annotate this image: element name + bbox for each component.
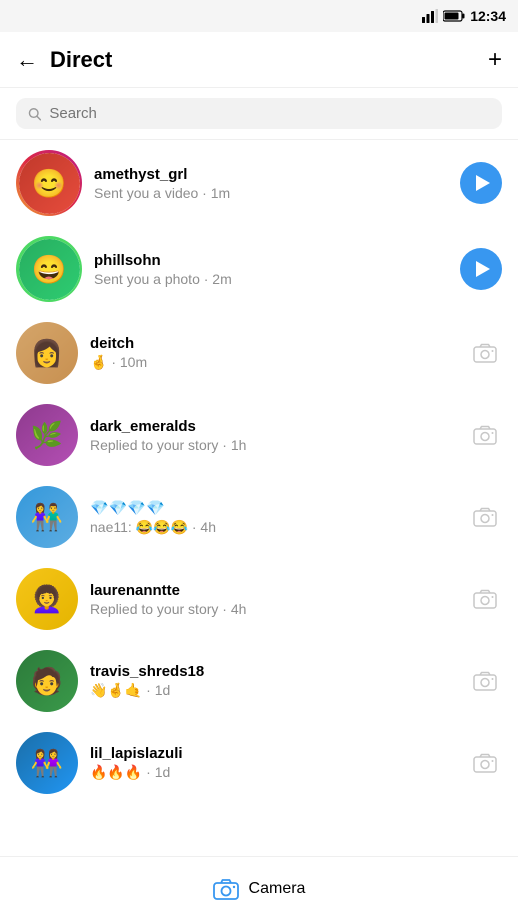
message-username: travis_shreds18 (90, 663, 456, 680)
message-username: amethyst_grl (94, 166, 448, 183)
camera-icon (473, 425, 497, 445)
camera-button[interactable] (468, 746, 502, 780)
message-preview: Sent you a video · 1m (94, 185, 448, 201)
battery-icon (443, 10, 465, 22)
list-item[interactable]: 👫 💎💎💎💎 nae11: 😂😂😂 · 4h (0, 476, 518, 558)
camera-icon (473, 671, 497, 691)
camera-button[interactable] (468, 664, 502, 698)
list-item[interactable]: 👩‍🦱 laurenanntte Replied to your story ·… (0, 558, 518, 640)
message-username: dark_emeralds (90, 418, 456, 435)
message-content: lil_lapislazuli 🔥🔥🔥 · 1d (90, 745, 456, 781)
page-title: Direct (50, 47, 488, 73)
message-username: laurenanntte (90, 582, 456, 599)
play-icon (476, 261, 490, 277)
message-username: 💎💎💎💎 (90, 499, 456, 517)
signal-icon (422, 9, 438, 23)
avatar: 👩 (16, 322, 78, 384)
status-icons: 12:34 (422, 8, 506, 24)
camera-button[interactable] (468, 336, 502, 370)
camera-icon (473, 507, 497, 527)
avatar: 👩‍🦱 (16, 568, 78, 630)
message-preview: Sent you a photo · 2m (94, 271, 448, 287)
search-wrapper[interactable] (16, 98, 502, 129)
play-button[interactable] (460, 248, 502, 290)
message-list: 😊 amethyst_grl Sent you a video · 1m 😄 p… (0, 140, 518, 804)
list-item[interactable]: 😄 phillsohn Sent you a photo · 2m (0, 226, 518, 312)
search-input[interactable] (49, 105, 490, 122)
camera-bottom-icon (213, 878, 239, 900)
status-time: 12:34 (470, 8, 506, 24)
camera-icon (473, 343, 497, 363)
play-button[interactable] (460, 162, 502, 204)
avatar: 😊 (16, 150, 82, 216)
message-content: deitch 🤞 · 10m (90, 335, 456, 371)
camera-button[interactable] (468, 582, 502, 616)
play-icon (476, 175, 490, 191)
status-bar: 12:34 (0, 0, 518, 32)
avatar: 👫 (16, 486, 78, 548)
message-preview: 🔥🔥🔥 · 1d (90, 764, 456, 781)
avatar: 😄 (16, 236, 82, 302)
message-preview: Replied to your story · 4h (90, 601, 456, 617)
list-item[interactable]: 😊 amethyst_grl Sent you a video · 1m (0, 140, 518, 226)
avatar: 👭 (16, 732, 78, 794)
message-content: laurenanntte Replied to your story · 4h (90, 582, 456, 617)
camera-button[interactable] (468, 500, 502, 534)
message-content: amethyst_grl Sent you a video · 1m (94, 166, 448, 201)
message-preview: Replied to your story · 1h (90, 437, 456, 453)
message-preview: 🤞 · 10m (90, 354, 456, 371)
message-content: phillsohn Sent you a photo · 2m (94, 252, 448, 287)
camera-button[interactable] (468, 418, 502, 452)
search-bar (0, 88, 518, 140)
camera-label: Camera (249, 880, 306, 898)
bottom-bar[interactable]: Camera (0, 856, 518, 920)
new-message-button[interactable]: + (488, 46, 502, 74)
camera-icon (473, 589, 497, 609)
camera-icon (473, 753, 497, 773)
list-item[interactable]: 👭 lil_lapislazuli 🔥🔥🔥 · 1d (0, 722, 518, 804)
message-content: travis_shreds18 👋🤞🤙 · 1d (90, 663, 456, 699)
message-content: 💎💎💎💎 nae11: 😂😂😂 · 4h (90, 499, 456, 536)
message-username: phillsohn (94, 252, 448, 269)
message-username: deitch (90, 335, 456, 352)
search-icon (28, 107, 41, 121)
avatar: 🌿 (16, 404, 78, 466)
message-preview: nae11: 😂😂😂 · 4h (90, 519, 456, 536)
message-content: dark_emeralds Replied to your story · 1h (90, 418, 456, 453)
list-item[interactable]: 🌿 dark_emeralds Replied to your story · … (0, 394, 518, 476)
header: ← Direct + (0, 32, 518, 88)
avatar: 🧑 (16, 650, 78, 712)
list-item[interactable]: 👩 deitch 🤞 · 10m (0, 312, 518, 394)
message-preview: 👋🤞🤙 · 1d (90, 682, 456, 699)
list-item[interactable]: 🧑 travis_shreds18 👋🤞🤙 · 1d (0, 640, 518, 722)
message-username: lil_lapislazuli (90, 745, 456, 762)
back-button[interactable]: ← (16, 47, 38, 73)
